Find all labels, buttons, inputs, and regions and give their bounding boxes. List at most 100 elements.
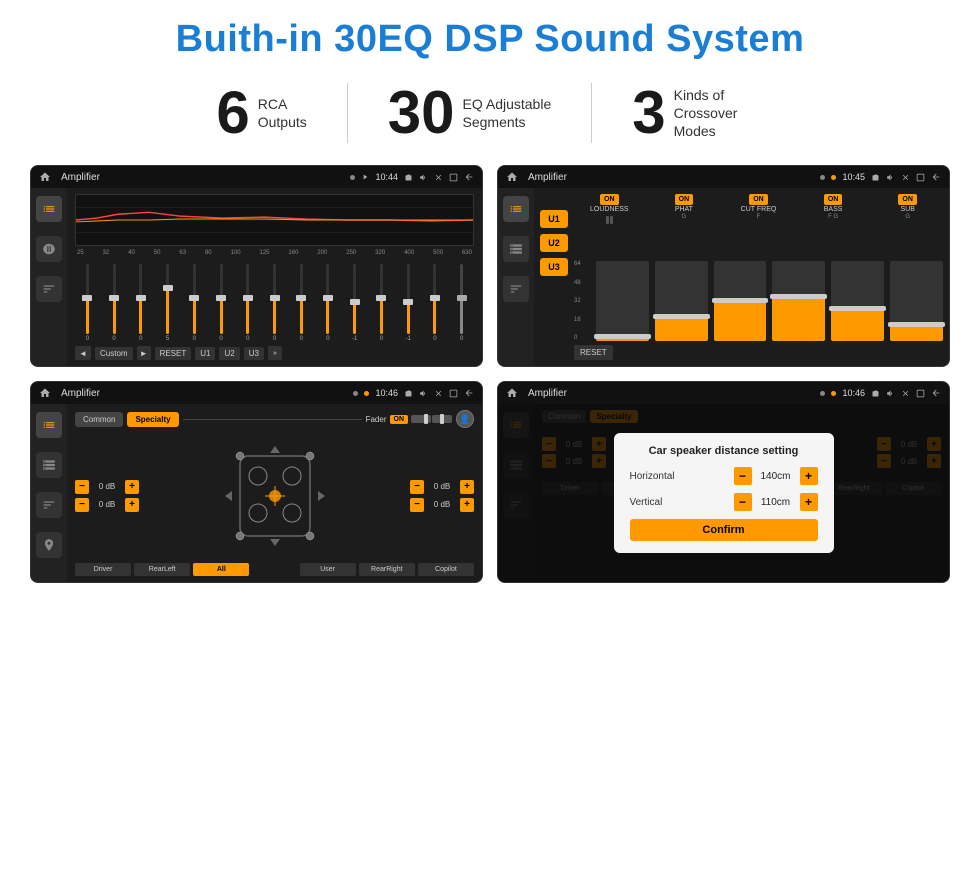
fader-sidebar-2[interactable] <box>36 452 62 478</box>
ch-loudness-on[interactable]: ON <box>600 194 619 205</box>
ch-bass-on[interactable]: ON <box>824 194 843 205</box>
eq-status-bar: Amplifier 10:44 <box>31 166 482 188</box>
vol-plus-1[interactable]: + <box>125 480 139 494</box>
vol-plus-3[interactable]: + <box>460 480 474 494</box>
volume-icon <box>419 173 428 182</box>
ch-slider-loudness[interactable] <box>596 261 649 341</box>
eq-slider-11[interactable]: -1 <box>342 264 367 342</box>
dialog-horizontal-control: − 140cm + <box>734 467 818 485</box>
ch-slider-phat[interactable] <box>655 261 708 341</box>
eq-slider-15[interactable]: 0 <box>449 264 474 342</box>
cross-sidebar-3[interactable] <box>503 276 529 302</box>
vol-minus-4[interactable]: − <box>410 498 424 512</box>
back-icon-4 <box>931 388 941 398</box>
eq-prev-btn[interactable]: ◄ <box>75 346 91 360</box>
eq-slider-7[interactable]: 0 <box>235 264 260 342</box>
vol-minus-1[interactable]: − <box>75 480 89 494</box>
eq-slider-8[interactable]: 0 <box>262 264 287 342</box>
preset-u3[interactable]: U3 <box>540 258 568 276</box>
eq-slider-6[interactable]: 0 <box>209 264 234 342</box>
ch-phat-on[interactable]: ON <box>675 194 694 205</box>
eq-sidebar-btn-3[interactable] <box>36 276 62 302</box>
preset-u2[interactable]: U2 <box>540 234 568 252</box>
fader-on-badge[interactable]: ON <box>390 415 409 424</box>
ch-sub-on[interactable]: ON <box>898 194 917 205</box>
crossover-reset-btn[interactable]: RESET <box>574 345 613 360</box>
eq-slider-2[interactable]: 0 <box>102 264 127 342</box>
eq-u1-btn[interactable]: U1 <box>195 347 215 360</box>
vol-minus-3[interactable]: − <box>410 480 424 494</box>
vol-row-1: − 0 dB + <box>75 480 139 494</box>
close-icon-2 <box>901 173 910 182</box>
vol-val-4: 0 dB <box>427 500 457 509</box>
ch-slider-bass-g[interactable] <box>831 261 884 341</box>
fader-sidebar-4[interactable] <box>36 532 62 558</box>
fader-sliders-mini <box>411 415 452 423</box>
vol-plus-2[interactable]: + <box>125 498 139 512</box>
freq-labels: 2532405063 80100125160200 25032040050063… <box>75 250 474 256</box>
eq-slider-10[interactable]: 0 <box>316 264 341 342</box>
eq-more-btn[interactable]: » <box>268 346 282 360</box>
ch-slider-bass-f[interactable] <box>772 261 825 341</box>
fader-btn-user[interactable]: User <box>300 563 356 576</box>
crossover-status-title: Amplifier <box>528 172 814 183</box>
ch-sub: ON SUB G <box>872 194 943 224</box>
eq-time: 10:44 <box>375 172 398 182</box>
fader-tab-specialty[interactable]: Specialty <box>127 412 178 427</box>
cross-sidebar-2[interactable] <box>503 236 529 262</box>
home-icon-3 <box>39 387 51 399</box>
dialog-vertical-minus[interactable]: − <box>734 493 752 511</box>
fader-sidebar-1[interactable] <box>36 412 62 438</box>
eq-sidebar-btn-1[interactable] <box>36 196 62 222</box>
dialog-horizontal-minus[interactable]: − <box>734 467 752 485</box>
eq-u3-btn[interactable]: U3 <box>244 347 264 360</box>
fader-btn-rearright[interactable]: RearRight <box>359 563 415 576</box>
fader-btn-driver[interactable]: Driver <box>75 563 131 576</box>
fader-btn-all[interactable]: All <box>193 563 249 576</box>
eq-slider-9[interactable]: 0 <box>289 264 314 342</box>
fader-status-title: Amplifier <box>61 388 347 399</box>
dialog-horizontal-plus[interactable]: + <box>800 467 818 485</box>
fader-btn-copilot[interactable]: Copilot <box>418 563 474 576</box>
fader-sidebar-3[interactable] <box>36 492 62 518</box>
stat-rca: 6 RCAOutputs <box>176 83 346 143</box>
vol-row-2: − 0 dB + <box>75 498 139 512</box>
ch-slider-cutfreq[interactable] <box>714 261 767 341</box>
stat-crossover-label: Kinds ofCrossover Modes <box>674 86 764 141</box>
dialog-horizontal-value: 140cm <box>756 471 796 482</box>
eq-slider-13[interactable]: -1 <box>396 264 421 342</box>
fader-dot2 <box>364 391 369 396</box>
ch-phat: ON PHAT G <box>649 194 720 224</box>
dialog-horizontal-row: Horizontal − 140cm + <box>630 467 818 485</box>
dialog-vertical-plus[interactable]: + <box>800 493 818 511</box>
fader-tab-common[interactable]: Common <box>75 412 123 427</box>
close-icon <box>434 173 443 182</box>
crossover-screen-card: Amplifier 10:45 <box>497 165 950 367</box>
vol-minus-2[interactable]: − <box>75 498 89 512</box>
crossover-main: U1 U2 U3 ON LOUDNESS <box>534 188 949 366</box>
eq-slider-4[interactable]: 5 <box>155 264 180 342</box>
cross-sidebar-1[interactable] <box>503 196 529 222</box>
camera-icon <box>404 173 413 182</box>
ch-slider-sub[interactable] <box>890 261 943 341</box>
eq-slider-1[interactable]: 0 <box>75 264 100 342</box>
fader-btn-rearleft[interactable]: RearLeft <box>134 563 190 576</box>
ch-bass: ON BASS F G <box>798 194 869 224</box>
ch-cutfreq-on[interactable]: ON <box>749 194 768 205</box>
eq-slider-3[interactable]: 0 <box>128 264 153 342</box>
profile-icon-1[interactable]: 👤 <box>456 410 474 428</box>
dialog-vertical-control: − 110cm + <box>734 493 818 511</box>
eq-play-btn[interactable]: ► <box>137 346 151 360</box>
fader-screen-card: Amplifier 10:46 <box>30 381 483 583</box>
confirm-button[interactable]: Confirm <box>630 519 818 541</box>
eq-u2-btn[interactable]: U2 <box>219 347 239 360</box>
eq-reset-btn[interactable]: RESET <box>155 347 192 360</box>
eq-slider-14[interactable]: 0 <box>423 264 448 342</box>
eq-sidebar-btn-2[interactable] <box>36 236 62 262</box>
eq-slider-12[interactable]: 0 <box>369 264 394 342</box>
vol-plus-4[interactable]: + <box>460 498 474 512</box>
close-icon-4 <box>901 389 910 398</box>
eq-slider-5[interactable]: 0 <box>182 264 207 342</box>
preset-u1[interactable]: U1 <box>540 210 568 228</box>
back-icon-2 <box>931 172 941 182</box>
